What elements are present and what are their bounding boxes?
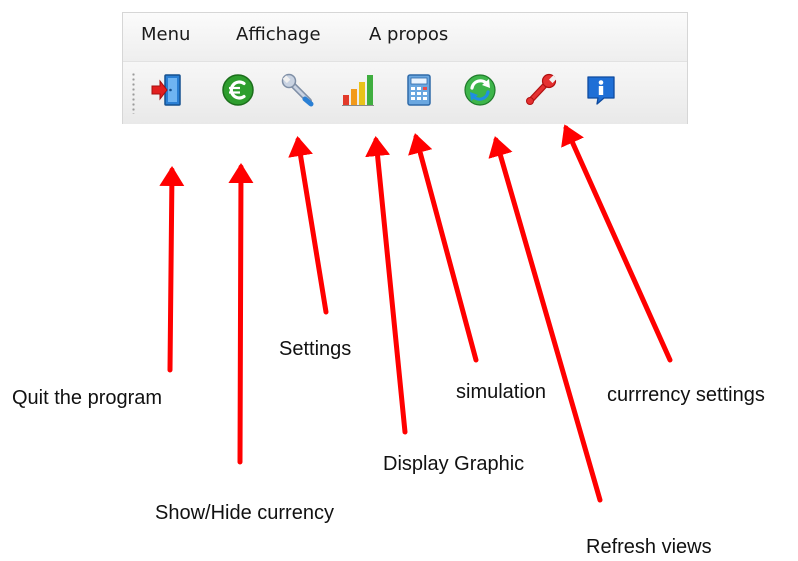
label-refresh-views: Refresh views xyxy=(586,536,712,558)
arrow-display-graphic xyxy=(365,136,408,435)
arrow-settings xyxy=(288,136,329,315)
arrow-quit xyxy=(159,166,185,373)
arrow-currency-settings xyxy=(561,124,673,363)
arrow-refresh-views xyxy=(488,136,603,503)
label-quit-the-program: Quit the program xyxy=(12,387,163,409)
arrow-show-hide-currency xyxy=(228,163,254,465)
label-simulation: simulation xyxy=(456,381,547,403)
annotation-arrows xyxy=(159,124,673,503)
label-show-hide-currency: Show/Hide currency xyxy=(155,502,334,524)
arrow-simulation xyxy=(408,133,479,363)
label-settings: Settings xyxy=(279,338,352,360)
label-currency-settings: currrency settings xyxy=(607,384,765,406)
label-display-graphic: Display Graphic xyxy=(383,453,525,475)
